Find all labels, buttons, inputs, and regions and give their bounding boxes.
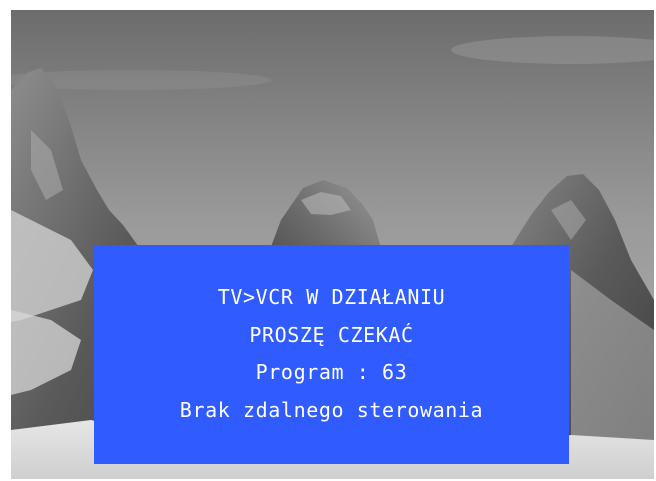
osd-remote-line: Brak zdalnego sterowania <box>179 397 484 422</box>
osd-wait-line: PROSZĘ CZEKAĆ <box>249 322 414 347</box>
tv-screen: TV>VCR W DZIAŁANIU PROSZĘ CZEKAĆ Program… <box>11 10 654 479</box>
osd-message-box: TV>VCR W DZIAŁANIU PROSZĘ CZEKAĆ Program… <box>94 245 569 464</box>
osd-program-line: Program : 63 <box>255 360 408 384</box>
osd-status-line: TV>VCR W DZIAŁANIU <box>217 285 446 309</box>
